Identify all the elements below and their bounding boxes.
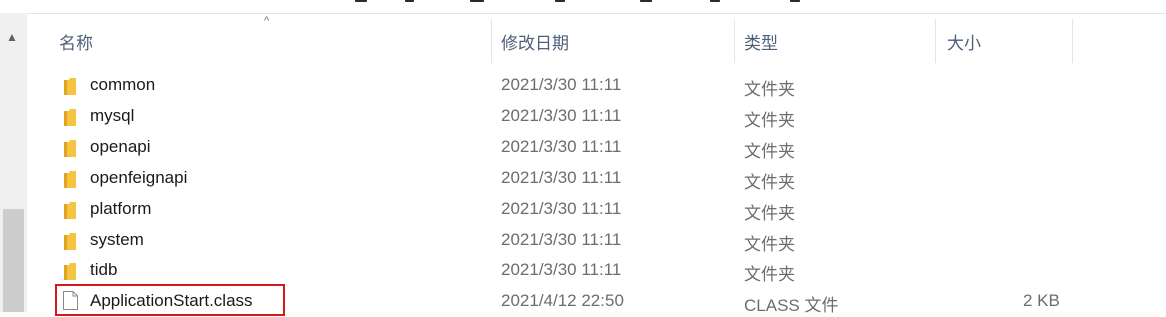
file-row-mysql[interactable]: mysql 2021/3/30 11:11 文件夹: [27, 102, 1166, 132]
file-row-openfeignapi[interactable]: openfeignapi 2021/3/30 11:11 文件夹: [27, 164, 1166, 194]
file-name: platform: [90, 199, 152, 218]
file-name: common: [90, 75, 156, 94]
folder-icon: [64, 202, 76, 219]
folder-icon: [64, 109, 76, 126]
file-date: 2021/3/30 11:11: [501, 137, 622, 156]
file-type: 文件夹: [744, 80, 795, 99]
file-type: 文件夹: [744, 173, 795, 192]
file-name: openapi: [90, 137, 151, 156]
folder-icon: [64, 263, 76, 280]
file-name: tidb: [90, 260, 118, 279]
folder-icon: [64, 140, 76, 157]
folder-icon: [64, 171, 76, 188]
column-header-size[interactable]: 大小: [947, 29, 981, 54]
file-date: 2021/4/12 22:50: [501, 291, 624, 310]
highlight-box: [55, 284, 285, 316]
window-top-edge: [0, 0, 1166, 14]
file-date: 2021/3/30 11:11: [501, 260, 622, 279]
folder-icon: [64, 78, 76, 95]
file-name: system: [90, 230, 144, 249]
column-header-type[interactable]: 类型: [744, 29, 778, 54]
file-type: 文件夹: [744, 204, 795, 223]
file-type: 文件夹: [744, 235, 795, 254]
file-name: mysql: [90, 106, 135, 125]
file-date: 2021/3/30 11:11: [501, 230, 622, 249]
file-type: 文件夹: [744, 142, 795, 161]
vertical-scrollbar[interactable]: ▲: [0, 13, 27, 312]
file-date: 2021/3/30 11:11: [501, 199, 622, 218]
column-header-name[interactable]: 名称: [59, 29, 93, 54]
file-type: 文件夹: [744, 265, 795, 284]
scroll-thumb[interactable]: [3, 209, 24, 312]
file-row-tidb[interactable]: tidb 2021/3/30 11:11 文件夹: [27, 256, 1166, 286]
file-size: 2 KB: [1023, 291, 1060, 310]
folder-icon: [64, 233, 76, 250]
file-row-platform[interactable]: platform 2021/3/30 11:11 文件夹: [27, 195, 1166, 225]
file-row-common[interactable]: common 2021/3/30 11:11 文件夹: [27, 71, 1166, 101]
scroll-up-arrow-icon[interactable]: ▲: [6, 31, 18, 43]
file-row-system[interactable]: system 2021/3/30 11:11 文件夹: [27, 226, 1166, 256]
column-header-date[interactable]: 修改日期: [501, 29, 569, 54]
file-date: 2021/3/30 11:11: [501, 106, 622, 125]
sort-ascending-icon: ^: [264, 15, 270, 27]
file-row-openapi[interactable]: openapi 2021/3/30 11:11 文件夹: [27, 133, 1166, 163]
file-type: CLASS 文件: [744, 296, 839, 315]
file-type: 文件夹: [744, 111, 795, 130]
column-header-row: ^ 名称 修改日期 类型 大小: [27, 13, 1166, 69]
file-date: 2021/3/30 11:11: [501, 75, 622, 94]
file-date: 2021/3/30 11:11: [501, 168, 622, 187]
file-name: openfeignapi: [90, 168, 188, 187]
